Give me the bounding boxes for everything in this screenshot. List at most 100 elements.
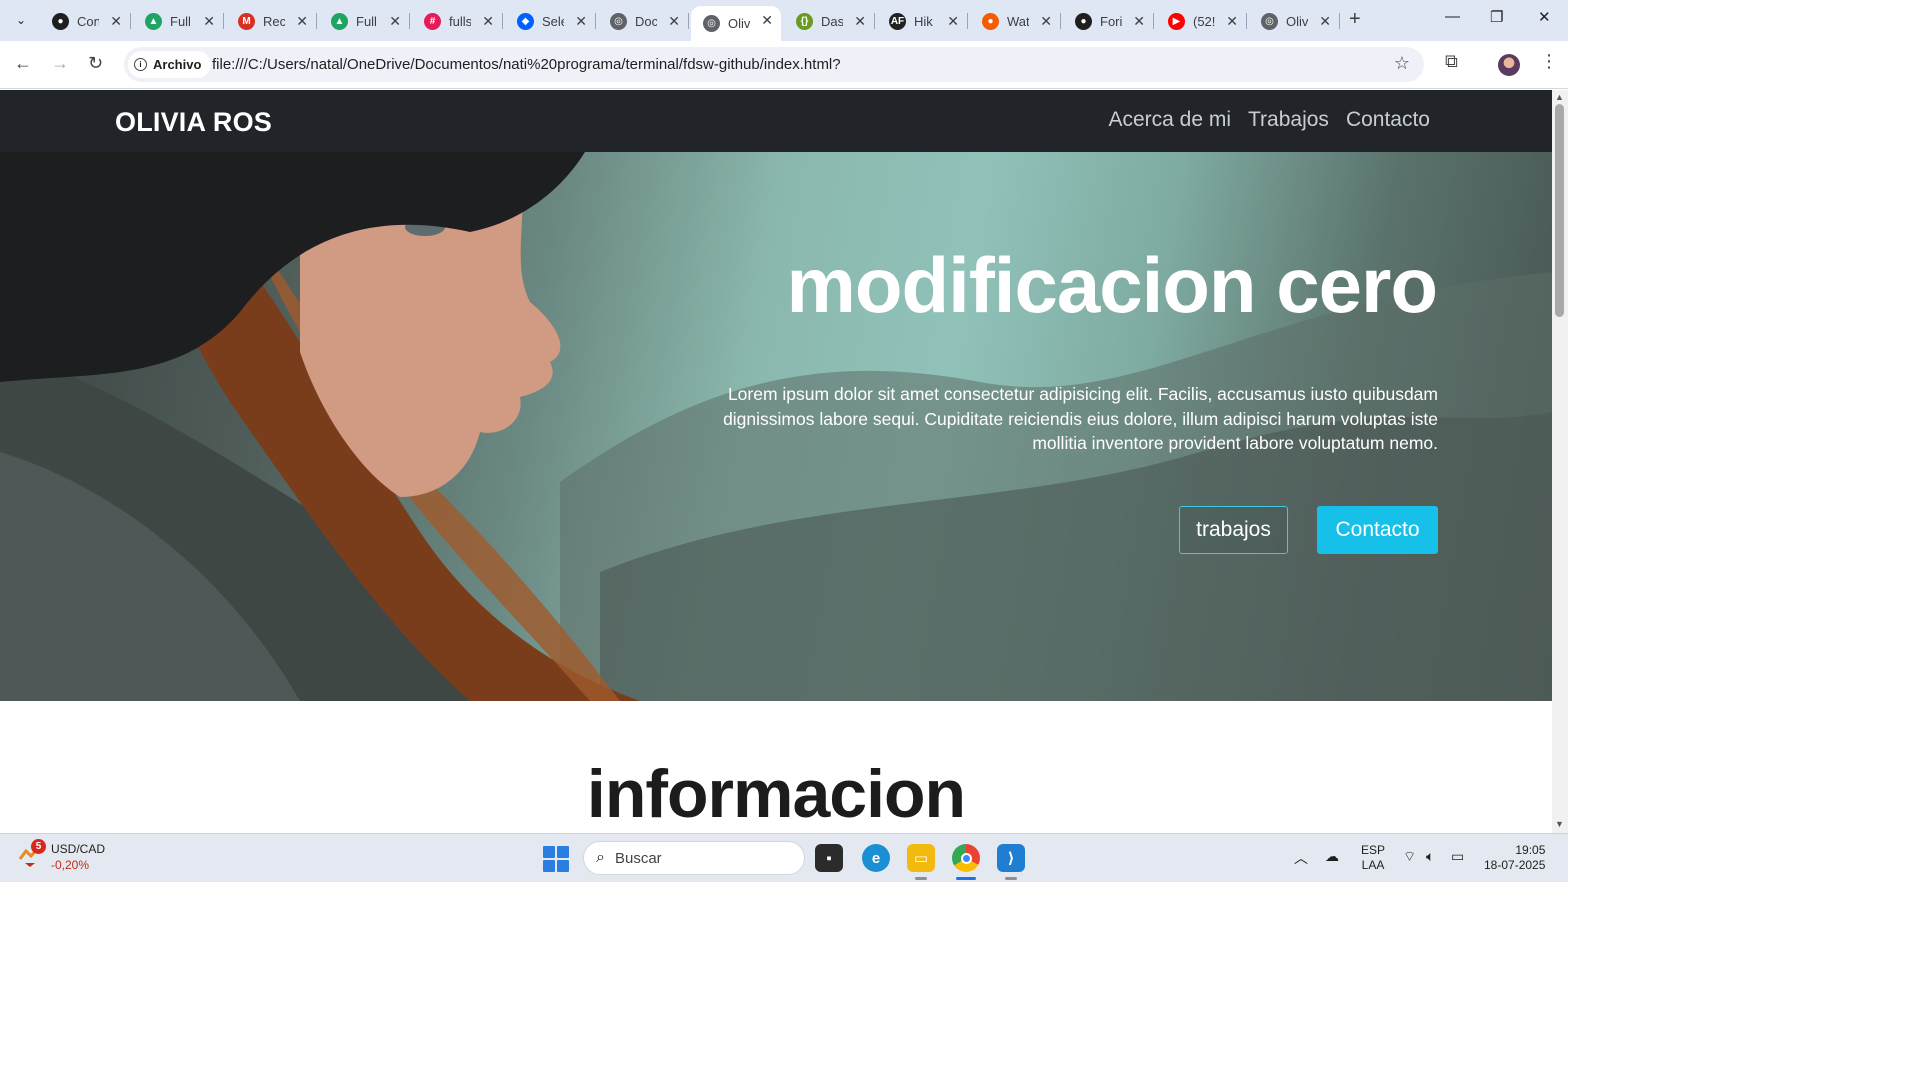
back-arrow-icon[interactable]: ← xyxy=(14,53,32,74)
tab-title: Sele xyxy=(542,13,564,29)
address-bar[interactable]: i Archivo file:///C:/Users/natal/OneDriv… xyxy=(124,47,1424,82)
trabajos-button[interactable]: trabajos xyxy=(1179,506,1288,554)
tab-title: Das xyxy=(821,13,843,29)
nav-link-trabajos[interactable]: Trabajos xyxy=(1248,108,1329,132)
minimize-icon[interactable]: — xyxy=(1445,8,1460,25)
tab-title: Hik xyxy=(914,13,933,29)
hero-title: modificacion cero xyxy=(786,241,1438,329)
tab-title: Oliv xyxy=(1286,13,1308,29)
currency-change: -0,20% xyxy=(51,858,90,872)
tab-title: Full xyxy=(170,13,191,29)
extensions-icon[interactable]: ⧉ xyxy=(1445,51,1458,72)
close-tab-icon[interactable]: ✕ xyxy=(947,13,959,30)
reload-icon[interactable]: ↻ xyxy=(88,53,103,74)
new-tab-button[interactable]: + xyxy=(1349,8,1361,31)
lang-code: ESP xyxy=(1361,843,1386,857)
google-drive-icon: ▲ xyxy=(331,12,348,30)
url-text[interactable]: file:///C:/Users/natal/OneDrive/Document… xyxy=(212,56,841,73)
bookmark-star-icon[interactable]: ☆ xyxy=(1394,53,1410,74)
youtube-icon: ▶ xyxy=(1168,12,1185,30)
browser-tab[interactable]: # fulls ✕ xyxy=(412,7,503,35)
close-tab-icon[interactable]: ✕ xyxy=(668,13,680,30)
hero-section: modificacion cero Lorem ipsum dolor sit … xyxy=(0,152,1552,701)
browser-tab[interactable]: ▶ (52! ✕ xyxy=(1156,7,1247,35)
close-tab-icon[interactable]: ✕ xyxy=(389,13,401,30)
browser-tab[interactable]: ◎ Oliv ✕ xyxy=(1249,7,1340,35)
github-icon: ● xyxy=(52,12,69,30)
browser-tab[interactable]: ◎ Oliv ✕ xyxy=(691,6,781,41)
tab-separator xyxy=(874,13,875,29)
json-icon: {} xyxy=(796,12,813,30)
site-info-chip[interactable]: i Archivo xyxy=(128,51,212,78)
browser-tab[interactable]: ▲ Full ✕ xyxy=(133,7,224,35)
site-brand[interactable]: OLIVIA ROS xyxy=(115,107,272,138)
close-tab-icon[interactable]: ✕ xyxy=(1040,13,1052,30)
close-tab-icon[interactable]: ✕ xyxy=(110,13,122,30)
browser-tab-strip: ⌄ ● Con ✕ ▲ Full ✕ M Reci ✕ ▲ Full ✕ # fulls ✕ ◆ Sele ✕ ◎ D… xyxy=(0,0,1568,41)
edge-icon[interactable]: e xyxy=(862,844,890,872)
browser-tab[interactable]: ◆ Sele ✕ xyxy=(505,7,596,35)
contacto-button[interactable]: Contacto xyxy=(1317,506,1438,554)
tab-search-button[interactable]: ⌄ xyxy=(8,7,34,33)
browser-tab[interactable]: ● Fori ✕ xyxy=(1063,7,1154,35)
scroll-up-icon[interactable]: ▲ xyxy=(1555,92,1564,102)
onedrive-icon[interactable]: ☁ xyxy=(1325,848,1339,865)
volume-icon[interactable]: 🔈︎ xyxy=(1426,848,1434,865)
clock-time: 19:05 xyxy=(1515,843,1546,857)
clock-date: 18-07-2025 xyxy=(1484,858,1546,872)
finance-widget[interactable]: 5 USD/CAD -0,20% xyxy=(17,839,106,873)
nav-link-acerca[interactable]: Acerca de mi xyxy=(1108,108,1231,132)
tab-title: Doc xyxy=(635,13,657,29)
forward-arrow-icon[interactable]: → xyxy=(51,53,69,74)
nav-link-contacto[interactable]: Contacto xyxy=(1346,108,1430,132)
task-view-icon[interactable]: ▪ xyxy=(815,844,843,872)
browser-tab[interactable]: AF Hik ✕ xyxy=(877,7,968,35)
page-scrollbar[interactable]: ▲ ▼ xyxy=(1552,90,1568,833)
tab-separator xyxy=(1060,13,1061,29)
tab-separator xyxy=(502,13,503,29)
wifi-icon[interactable]: ⌔ xyxy=(1403,848,1416,866)
close-tab-icon[interactable]: ✕ xyxy=(296,13,308,30)
chrome-icon[interactable] xyxy=(952,844,980,880)
scroll-down-icon[interactable]: ▼ xyxy=(1555,819,1564,829)
tab-separator xyxy=(409,13,410,29)
file-explorer-icon[interactable]: ▭ xyxy=(907,844,935,880)
af-icon: AF xyxy=(889,12,906,30)
language-indicator[interactable]: ESP LAA xyxy=(1361,843,1385,873)
close-tab-icon[interactable]: ✕ xyxy=(482,13,494,30)
scrollbar-thumb[interactable] xyxy=(1555,104,1564,317)
close-window-icon[interactable]: ✕ xyxy=(1538,8,1551,26)
tab-separator xyxy=(967,13,968,29)
vscode-icon[interactable]: ⟩ xyxy=(997,844,1025,880)
tray-chevron-icon[interactable]: ︿ xyxy=(1294,848,1308,868)
close-tab-icon[interactable]: ✕ xyxy=(203,13,215,30)
browser-tab[interactable]: ▲ Full ✕ xyxy=(319,7,410,35)
close-tab-icon[interactable]: ✕ xyxy=(575,13,587,30)
currency-pair: USD/CAD xyxy=(51,842,106,856)
close-tab-icon[interactable]: ✕ xyxy=(1226,13,1238,30)
windows-start-icon[interactable] xyxy=(543,846,569,872)
browser-tab[interactable]: {} Das ✕ xyxy=(784,7,875,35)
taskbar-search[interactable]: ⌕ Buscar xyxy=(583,841,805,875)
profile-avatar[interactable] xyxy=(1498,54,1520,76)
browser-tab[interactable]: M Reci ✕ xyxy=(226,7,317,35)
close-tab-icon[interactable]: ✕ xyxy=(1133,13,1145,30)
close-tab-icon[interactable]: ✕ xyxy=(761,12,773,29)
site-nav-links: Acerca de mi Trabajos Contacto xyxy=(1108,108,1430,132)
system-clock[interactable]: 19:05 18-07-2025 xyxy=(1484,843,1545,873)
browser-tab[interactable]: ◎ Doc ✕ xyxy=(598,7,689,35)
restore-icon[interactable]: ❐ xyxy=(1490,8,1503,26)
battery-icon[interactable]: ▭ xyxy=(1451,848,1464,865)
close-tab-icon[interactable]: ✕ xyxy=(854,13,866,30)
browser-tab[interactable]: ● Con ✕ xyxy=(40,7,131,35)
close-tab-icon[interactable]: ✕ xyxy=(1319,13,1331,30)
currency-chart-icon: 5 xyxy=(17,839,46,867)
tab-separator xyxy=(130,13,131,29)
menu-kebab-icon[interactable]: ⋮ xyxy=(1540,51,1558,72)
windows-taskbar: 5 USD/CAD -0,20% ⌕ Buscar ▪ e ▭ ⟩ ︿ ☁ ES… xyxy=(0,833,1568,882)
notification-badge: 5 xyxy=(31,839,46,854)
tab-separator xyxy=(688,13,689,29)
tab-title: Full xyxy=(356,13,377,29)
tab-separator xyxy=(316,13,317,29)
browser-tab[interactable]: ● Wat ✕ xyxy=(970,7,1061,35)
